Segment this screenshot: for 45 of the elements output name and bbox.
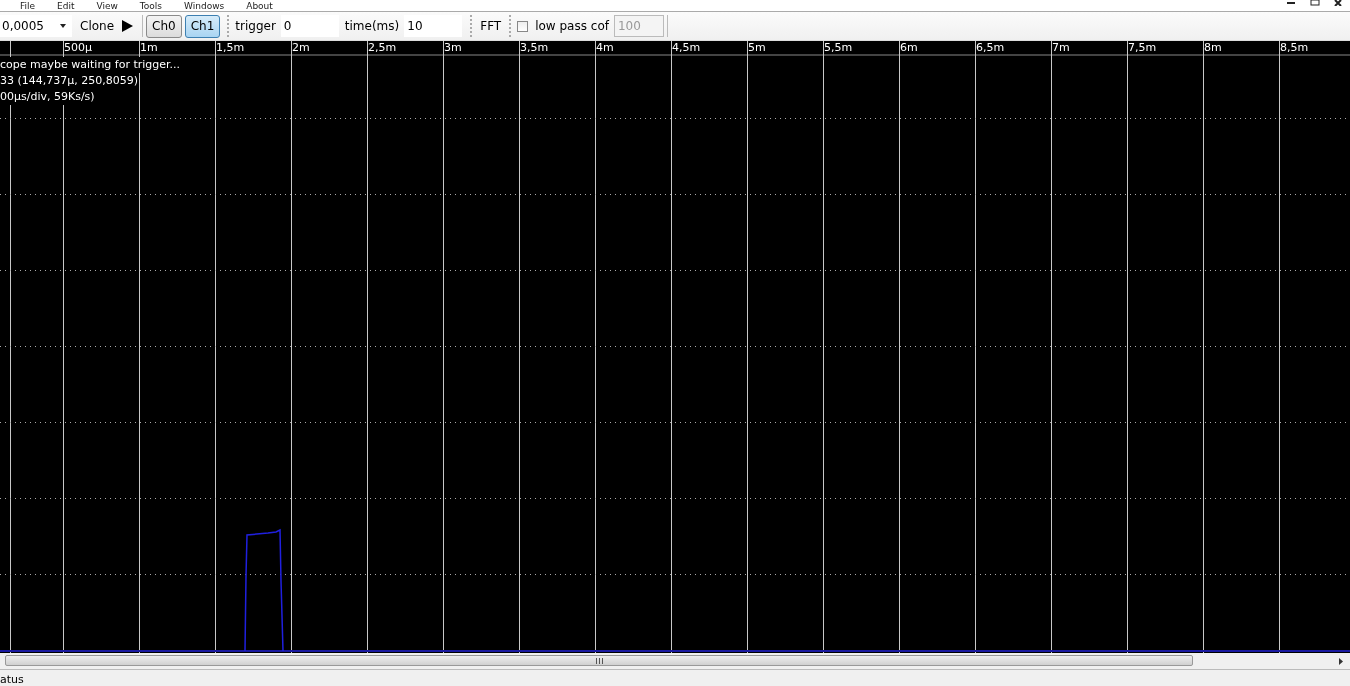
ruler-label: 5m — [748, 41, 766, 54]
trigger-label: trigger — [235, 19, 276, 33]
ruler-label: 7,5m — [1128, 41, 1157, 54]
play-icon[interactable] — [122, 20, 134, 32]
ruler-label: 6,5m — [976, 41, 1005, 54]
horizontal-scrollbar[interactable] — [0, 653, 1350, 670]
scope-info-text: 00µs/div, 59Ks/s) — [0, 89, 95, 105]
scroll-right-icon[interactable] — [1339, 657, 1343, 665]
channel-button[interactable]: Ch1 — [184, 14, 221, 38]
sample-combo[interactable]: 0,0005 — [0, 15, 72, 37]
ruler-label: 5,5m — [824, 41, 853, 54]
ruler-label: 3m — [444, 41, 462, 54]
low-pass-label: low pass cof — [535, 19, 609, 33]
trigger-field[interactable]: 0 — [280, 15, 339, 37]
ruler-label: 8,5m — [1280, 41, 1309, 54]
ruler-label: 1,5m — [216, 41, 245, 54]
ruler-label: 3,5m — [520, 41, 549, 54]
fft-button[interactable]: FFT — [476, 17, 506, 35]
menu-item[interactable]: Tools — [139, 1, 163, 11]
scope-info-text: cope maybe waiting for trigger... — [0, 57, 181, 73]
ruler-label: 4m — [596, 41, 614, 54]
scope-info-text: 33 (144,737µ, 250,8059) — [0, 73, 139, 89]
grip-icon — [595, 657, 603, 664]
menu-item[interactable]: View — [96, 1, 118, 11]
ruler-label: 4,5m — [672, 41, 701, 54]
ruler-label: 1m — [140, 41, 158, 54]
menu-item[interactable]: Windows — [184, 1, 225, 11]
status-text: atus — [0, 673, 24, 686]
ruler-label: 8m — [1204, 41, 1222, 54]
time-field[interactable]: 10 — [404, 15, 463, 37]
ruler-label: 2m — [292, 41, 310, 54]
menu-item[interactable]: Edit — [57, 1, 75, 11]
caret-icon — [60, 24, 66, 28]
maximize-icon[interactable] — [1310, 0, 1320, 6]
ruler-label: 2,5m — [368, 41, 397, 54]
menu-item[interactable]: File — [20, 1, 36, 11]
clone-button[interactable]: Clone — [76, 17, 119, 35]
ruler-label: 7m — [1052, 41, 1070, 54]
time-label: time(ms) — [344, 19, 400, 33]
menu-item[interactable]: About — [246, 1, 273, 11]
ruler-label: 6m — [900, 41, 918, 54]
close-icon[interactable] — [1334, 0, 1344, 6]
scrollbar-thumb[interactable] — [5, 655, 1193, 666]
ruler-label: 500µ — [64, 41, 92, 54]
channel-button[interactable]: Ch0 — [146, 14, 182, 38]
